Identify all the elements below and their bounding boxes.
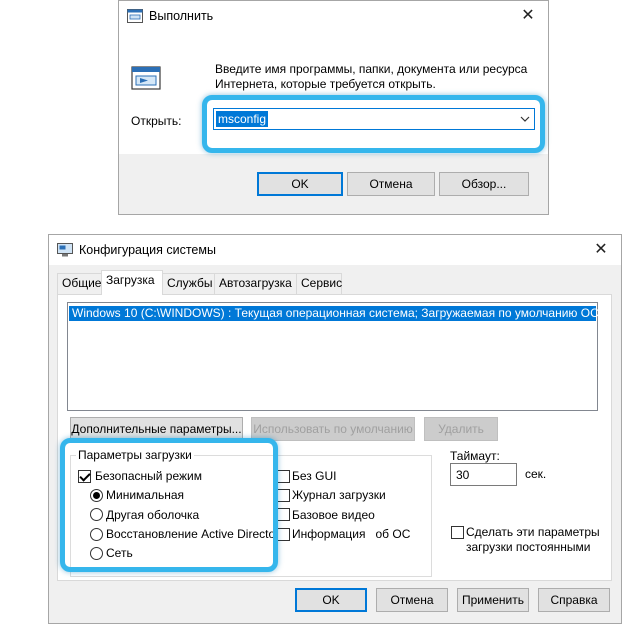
no-gui-label: Без GUI — [292, 469, 337, 483]
list-item[interactable]: Windows 10 (C:\WINDOWS) : Текущая операц… — [69, 306, 599, 321]
make-permanent-checkbox[interactable] — [451, 526, 464, 539]
run-cancel-button[interactable]: Отмена — [347, 172, 435, 196]
run-app-icon — [131, 63, 163, 95]
timeout-label: Таймаут: — [450, 449, 500, 463]
tab-general[interactable]: Общие — [57, 273, 103, 294]
sysconfig-title: Конфигурация системы — [79, 243, 216, 257]
base-video-label: Базовое видео — [292, 508, 375, 522]
base-video-checkbox[interactable] — [277, 508, 290, 521]
sysconfig-help-button[interactable]: Справка — [538, 588, 610, 612]
os-info-label: Информация об ОС — [292, 527, 411, 541]
timeout-unit-label: сек. — [525, 467, 547, 481]
set-default-button[interactable]: Использовать по умолчанию — [251, 417, 415, 441]
run-description-line2: Интернета, которые требуется открыть. — [215, 77, 436, 91]
tab-boot[interactable]: Загрузка — [101, 270, 163, 295]
input-highlight — [202, 95, 545, 153]
boot-entries-list[interactable]: Windows 10 (C:\WINDOWS) : Текущая операц… — [67, 302, 599, 411]
run-dialog-title: Выполнить — [149, 9, 214, 23]
boot-entry-label: Windows 10 (C:\WINDOWS) : Текущая операц… — [72, 306, 599, 320]
close-icon[interactable]: ✕ — [508, 2, 548, 30]
run-dialog-icon — [127, 9, 143, 23]
sysconfig-apply-button[interactable]: Применить — [457, 588, 529, 612]
no-gui-checkbox[interactable] — [277, 470, 290, 483]
tab-tools[interactable]: Сервис — [296, 273, 342, 294]
make-permanent-label-line2: загрузки постоянными — [466, 540, 591, 554]
boot-log-checkbox[interactable] — [277, 489, 290, 502]
boot-log-label: Журнал загрузки — [292, 488, 386, 502]
run-description-line1: Введите имя программы, папки, документа … — [215, 62, 528, 76]
boot-options-highlight — [60, 438, 278, 572]
sysconfig-ok-button[interactable]: OK — [295, 588, 367, 612]
msconfig-icon — [57, 243, 73, 257]
timeout-input[interactable]: 30 — [450, 463, 517, 486]
run-browse-button[interactable]: Обзор... — [439, 172, 529, 196]
sysconfig-titlebar: Конфигурация системы ✕ — [49, 235, 621, 265]
run-dialog-titlebar: Выполнить ✕ — [119, 1, 548, 31]
open-label: Открыть: — [131, 114, 182, 128]
close-icon[interactable]: ✕ — [581, 236, 621, 264]
sysconfig-cancel-button[interactable]: Отмена — [376, 588, 448, 612]
run-button-bar: OK Отмена Обзор... — [119, 154, 548, 214]
tab-startup[interactable]: Автозагрузка — [214, 273, 297, 294]
delete-button[interactable]: Удалить — [424, 417, 498, 441]
tab-services[interactable]: Службы — [162, 273, 215, 294]
os-info-checkbox[interactable] — [277, 528, 290, 541]
run-ok-button[interactable]: OK — [257, 172, 343, 196]
timeout-value: 30 — [456, 468, 470, 482]
make-permanent-label-line1: Сделать эти параметры — [466, 525, 600, 539]
